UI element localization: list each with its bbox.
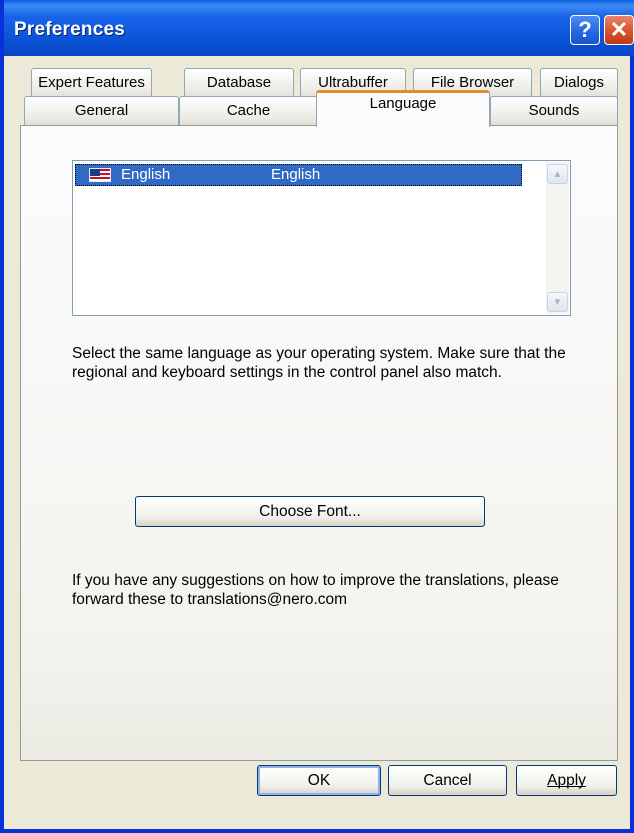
tab-label: Sounds (528, 102, 580, 119)
language-list-item[interactable]: English English (75, 164, 522, 186)
tab-expert-features[interactable]: Expert Features (31, 68, 152, 99)
tab-label: Dialogs (553, 74, 605, 91)
tab-label: Language (369, 95, 437, 112)
tab-language[interactable]: Language (316, 90, 490, 127)
tab-label: Ultrabuffer (318, 74, 388, 91)
us-flag-icon (89, 168, 111, 182)
language-panel: English English ▲ ▼ Select the same lang… (20, 125, 618, 761)
help-icon: ? (578, 17, 592, 42)
tab-database[interactable]: Database (184, 68, 294, 99)
tab-general[interactable]: General (24, 96, 179, 126)
close-icon: ✕ (609, 17, 629, 42)
help-button[interactable]: ? (570, 15, 600, 45)
tab-label: Cache (226, 102, 271, 119)
listbox-scrollbar[interactable]: ▲ ▼ (546, 162, 569, 314)
cancel-label: Cancel (423, 771, 472, 789)
apply-button[interactable]: Apply (516, 765, 617, 796)
tab-cache[interactable]: Cache (179, 96, 318, 126)
scroll-up-button[interactable]: ▲ (547, 164, 568, 184)
tab-sounds[interactable]: Sounds (490, 96, 618, 126)
title-bar[interactable]: Preferences ? ✕ (4, 0, 634, 56)
tab-dialogs[interactable]: Dialogs (540, 68, 618, 99)
close-button[interactable]: ✕ (604, 15, 634, 45)
chevron-down-icon: ▼ (552, 296, 563, 308)
window-title: Preferences (14, 19, 125, 40)
cancel-button[interactable]: Cancel (388, 765, 507, 796)
tab-label: File Browser (430, 74, 515, 91)
tab-label: Expert Features (38, 74, 145, 91)
language-listbox[interactable]: English English ▲ ▼ (72, 160, 571, 316)
translation-suggestion-text: If you have any suggestions on how to im… (72, 572, 559, 608)
preferences-window: Preferences ? ✕ Expert Features Database… (0, 0, 634, 833)
language-native-name: English (271, 166, 321, 183)
language-description: Select the same language as your operati… (72, 345, 566, 381)
tab-label: General (74, 102, 129, 119)
choose-font-label: Choose Font... (259, 502, 361, 520)
tab-label: Database (206, 74, 272, 91)
ok-button[interactable]: OK (257, 765, 381, 796)
scroll-down-button[interactable]: ▼ (547, 292, 568, 312)
chevron-up-icon: ▲ (552, 168, 563, 180)
choose-font-button[interactable]: Choose Font... (135, 496, 485, 527)
language-name: English (121, 166, 171, 183)
apply-label: Apply (547, 771, 586, 789)
ok-label: OK (307, 771, 331, 789)
